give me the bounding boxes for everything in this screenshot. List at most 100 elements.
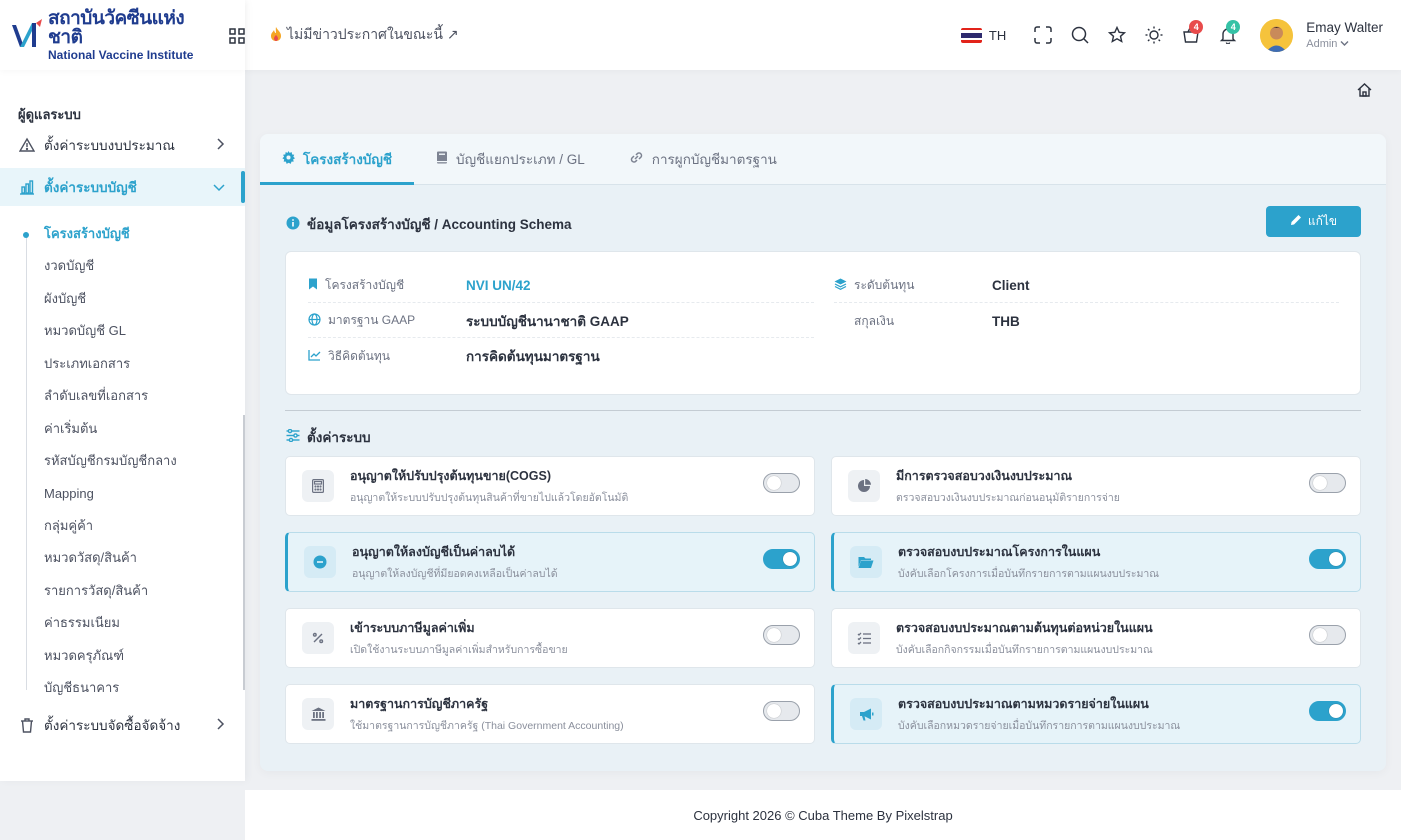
pencil-icon [1290,214,1302,229]
submenu-item[interactable]: หมวดครุภัณฑ์ [44,640,124,672]
tab-bar: โครงสร้างบัญชี บัญชีแยกประเภท / GL การผู… [260,134,1386,185]
cart-badge: 4 [1189,19,1204,34]
sidebar-item-label: ตั้งค่าระบบบัญชี [44,180,137,195]
language-code: TH [988,27,1007,43]
gaap-standard-value: ระบบบัญชีนานาชาติ GAAP [466,313,629,329]
setting-title: มาตรฐานการบัญชีภาครัฐ [350,697,489,711]
notification-badge: 4 [1226,19,1241,34]
gear-icon [282,151,295,167]
thai-flag-icon [960,27,982,43]
setting-unit-cost-budget-check: ตรวจสอบงบประมาณตามต้นทุนต่อหน่วยในแผน บัง… [831,608,1361,668]
star-icon[interactable] [1098,17,1135,54]
toggle-switch[interactable] [763,473,800,493]
chart-icon [18,178,36,196]
setting-government-accounting-standard: มาตรฐานการบัญชีภาครัฐใช้มาตรฐานการบัญชีภ… [285,684,815,744]
tab-account-structure[interactable]: โครงสร้างบัญชี [260,134,415,185]
setting-description: อนุญาตให้ลงบัญชีที่มียอดคงเหลือเป็นค่าลบ… [352,568,558,580]
sidebar-scrollbar[interactable] [243,415,245,690]
setting-vat-registration: เข้าระบบภาษีมูลค่าเพิ่ม เปิดใช้งานระบบภาษ… [285,608,815,668]
submenu-item[interactable]: รายการวัสดุ/สินค้า [44,575,148,607]
chevron-down-icon [213,180,225,195]
sidebar-item-budget-settings[interactable]: ตั้งค่าระบบงบประมาณ [0,126,245,164]
submenu-item[interactable]: หมวดบัญชี GL [44,315,126,347]
edit-button[interactable]: แก้ไข [1266,206,1361,237]
user-role: Admin [1306,38,1383,50]
chevron-down-icon [1340,38,1349,50]
home-icon[interactable] [1357,83,1372,102]
brand-name-th: สถาบันวัคซีนแห่งชาติ [48,8,185,48]
sun-icon[interactable] [1135,17,1172,54]
currency-value: THB [992,313,1020,329]
cost-level-value: Client [992,278,1030,293]
submenu-item[interactable]: หมวดวัสดุ/สินค้า [44,542,137,574]
toggle-switch[interactable] [763,549,800,569]
sidebar-item-accounting-settings[interactable]: ตั้งค่าระบบบัญชี [0,168,245,206]
globe-icon [308,312,321,329]
breadcrumb [245,70,1401,108]
cart-icon[interactable]: 4 [1172,17,1209,54]
setting-description: บังคับเลือกหมวดรายจ่ายเมื่อบันทึกรายการต… [898,720,1181,732]
grid-icon[interactable] [229,27,245,49]
active-dot [23,232,29,238]
tab-standard-account-mapping[interactable]: การผูกบัญชีมาตรฐาน [607,134,799,184]
tab-label: โครงสร้างบัญชี [303,152,393,167]
setting-description: บังคับเลือกโครงการเมื่อบันทึกรายการตามแผ… [898,568,1160,580]
setting-title: ตรวจสอบงบประมาณโครงการในแผน [898,545,1101,559]
bookmark-icon [308,278,318,293]
chevron-right-icon [215,718,225,733]
book-icon [436,151,448,167]
percent-icon [302,622,334,654]
sidebar-item-procurement-settings[interactable]: ตั้งค่าระบบจัดซื้อจัดจ้าง [0,706,245,744]
minus-circle-icon [304,546,336,578]
fullscreen-icon[interactable] [1024,17,1061,54]
setting-project-budget-check: ตรวจสอบงบประมาณโครงการในแผนบังคับเลือกโค… [831,532,1361,592]
setting-budget-check: มีการตรวจสอบวงเงินงบประมาณตรวจสอบวงเงินง… [831,456,1361,516]
toggle-switch[interactable] [1309,549,1346,569]
field-cost-level: ระดับต้นทุน Client [834,269,1339,303]
submenu-item[interactable]: กลุ่มคู่ค้า [44,510,93,542]
submenu-item[interactable]: Mapping [44,478,94,510]
settings-section-title: ตั้งค่าระบบ [286,426,371,448]
submenu-item[interactable]: ค่าธรรมเนียม [44,607,120,639]
info-icon [286,216,300,233]
logo-mark [10,17,44,53]
edit-button-label: แก้ไข [1307,214,1338,228]
brand-name-en: National Vaccine Institute [48,48,194,62]
toggle-switch[interactable] [763,701,800,721]
submenu-item[interactable]: งวดบัญชี [44,250,94,282]
toggle-switch[interactable] [1309,625,1346,645]
setting-title: เข้าระบบภาษีมูลค่าเพิ่ม [350,621,475,635]
link-icon [629,151,644,167]
account-structure-value[interactable]: NVI UN/42 [466,278,531,293]
tab-label: การผูกบัญชีมาตรฐาน [651,152,777,167]
submenu-item[interactable]: ผังบัญชี [44,283,86,315]
language-selector[interactable]: TH [960,27,1007,43]
search-icon[interactable] [1061,17,1098,54]
toggle-switch[interactable] [763,625,800,645]
submenu-item[interactable]: บัญชีธนาคาร [44,672,119,704]
setting-title: มีการตรวจสอบวงเงินงบประมาณ [896,469,1073,483]
bell-icon[interactable]: 4 [1209,17,1246,54]
setting-title: อนุญาตให้ปรับปรุงต้นทุนขาย(COGS) [350,469,551,483]
announcement[interactable]: ไม่มีข่าวประกาศในขณะนี้ ↗ [269,24,459,46]
submenu-item[interactable]: ประเภทเอกสาร [44,348,130,380]
warning-icon [18,136,36,154]
logo[interactable]: สถาบันวัคซีนแห่งชาติ National Vaccine In… [0,0,245,70]
fire-icon [269,26,283,45]
submenu-item[interactable]: โครงสร้างบัญชี [44,218,130,250]
setting-description: ตรวจสอบวงเงินงบประมาณก่อนอนุมัติรายการจ่… [896,492,1120,504]
submenu-item[interactable]: ลำดับเลขที่เอกสาร [44,380,148,412]
submenu-item[interactable]: รหัสบัญชีกรมบัญชีกลาง [44,445,177,477]
tab-general-ledger[interactable]: บัญชีแยกประเภท / GL [414,134,607,184]
setting-allow-negative-posting: อนุญาตให้ลงบัญชีเป็นค่าลบได้ อนุญาตให้ลงบ… [285,532,815,592]
user-profile[interactable]: Emay Walter Admin [1260,18,1383,52]
footer: Copyright 2026 © Cuba Theme By Pixelstra… [245,790,1401,840]
schema-info-box: โครงสร้างบัญชี NVI UN/42 มาตรฐาน GAAP ระ… [285,251,1361,395]
toggle-switch[interactable] [1309,701,1346,721]
setting-description: ใช้มาตรฐานการบัญชีภาครัฐ (Thai Governmen… [350,720,624,732]
field-account-structure: โครงสร้างบัญชี NVI UN/42 [308,269,814,303]
toggle-switch[interactable] [1309,473,1346,493]
submenu-item[interactable]: ค่าเริ่มต้น [44,413,97,445]
field-costing-method: วิธีคิดต้นทุน การคิดต้นทุนมาตรฐาน [308,339,814,373]
setting-description: อนุญาตให้ระบบปรับปรุงต้นทุนสินค้าที่ขายไ… [350,492,629,504]
